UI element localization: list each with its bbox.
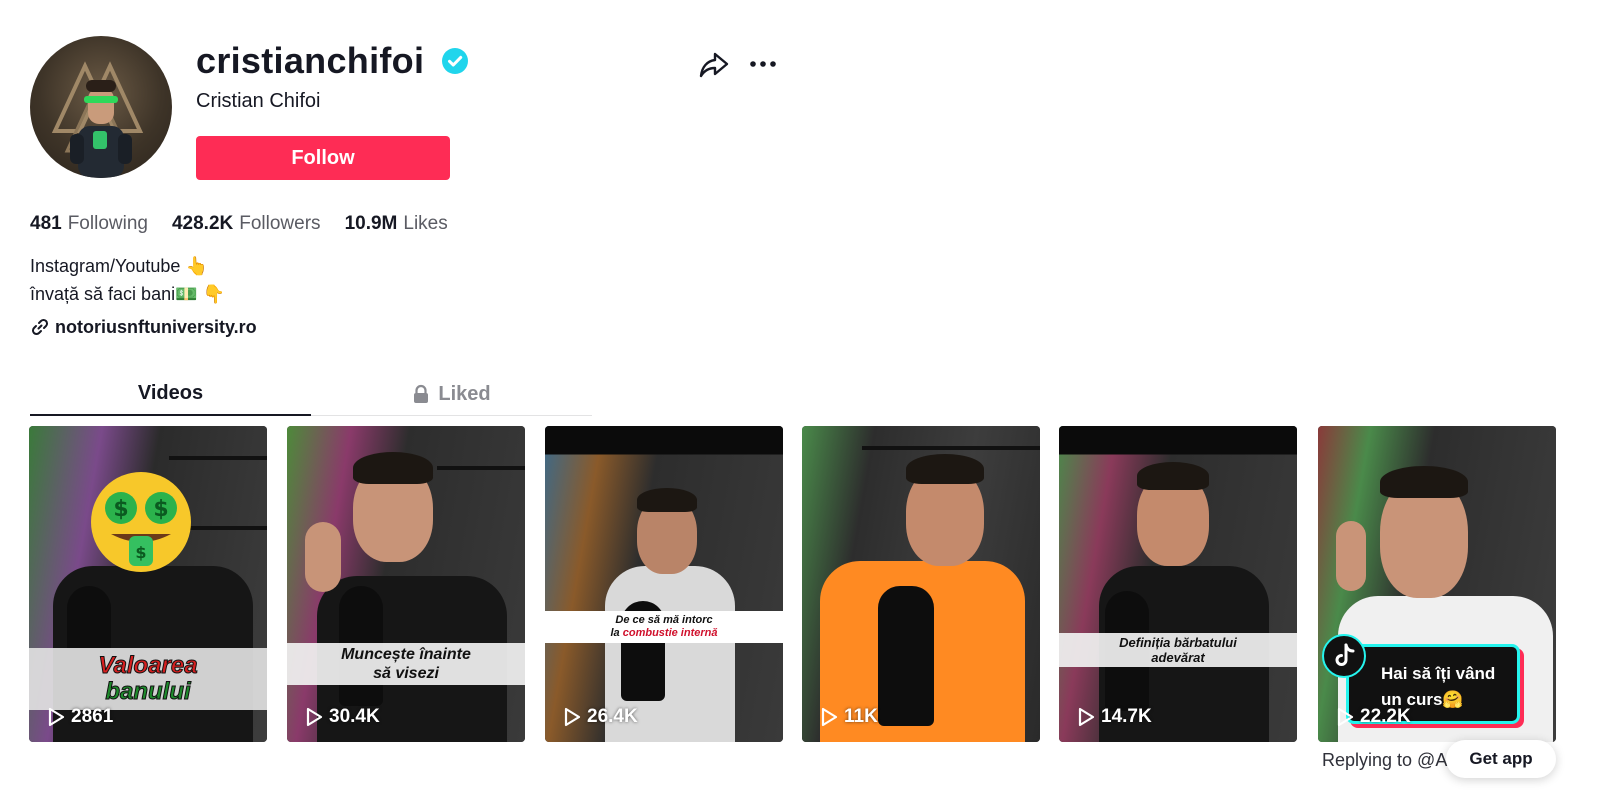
video-view-count: 11K xyxy=(844,706,878,727)
thumbnail-hair xyxy=(1137,462,1209,490)
video-views: 14.7K xyxy=(1077,706,1152,728)
profile-stats: 481 Following 428.2K Followers 10.9M Likes xyxy=(30,212,472,236)
video-view-count: 14.7K xyxy=(1101,706,1152,727)
thumbnail-hair xyxy=(353,452,433,484)
following-count: 481 xyxy=(30,213,62,234)
following-label: Following xyxy=(67,213,148,234)
profile-avatar[interactable] xyxy=(30,36,172,178)
video-caption-line-2: la combustie internă xyxy=(545,627,783,640)
play-icon xyxy=(48,707,65,727)
video-caption-line-2-prefix: la xyxy=(610,627,623,639)
tab-liked[interactable]: Liked xyxy=(311,372,592,416)
bio-link[interactable]: notoriusnftuniversity.ro xyxy=(30,315,257,339)
video-caption: De ce să mă intorc la combustie internă xyxy=(545,611,783,643)
verified-badge-icon xyxy=(442,48,468,74)
following-stat[interactable]: 481 Following xyxy=(30,212,148,236)
video-views: 22.2K xyxy=(1336,706,1411,728)
tab-videos-label: Videos xyxy=(137,381,204,404)
tab-videos[interactable]: Videos xyxy=(30,372,311,416)
video-caption-line-1: Definiția bărbatului xyxy=(1119,635,1237,650)
profile-tabs: Videos Liked xyxy=(30,372,592,416)
thumbnail-hand xyxy=(305,522,341,592)
thumbnail-hair xyxy=(1380,466,1468,498)
video-caption-line-1: Hai să îți vând xyxy=(1381,664,1496,683)
profile-display-name: Cristian Chifoi xyxy=(196,90,321,112)
avatar-image xyxy=(51,61,144,178)
likes-count: 10.9M xyxy=(344,213,398,234)
bio-link-text: notoriusnftuniversity.ro xyxy=(55,317,257,337)
thumbnail-shelf xyxy=(862,446,1040,450)
thumbnail-microphone xyxy=(878,586,934,726)
video-card[interactable]: Definiția bărbatului adevărat 14.7K xyxy=(1059,426,1297,742)
video-view-count: 2861 xyxy=(71,706,114,727)
video-card[interactable]: Hai să îți vând un curs🤗 22.2K xyxy=(1318,426,1556,742)
likes-label: Likes xyxy=(403,213,448,234)
video-view-count: 26.4K xyxy=(587,706,638,727)
bio-line-1: Instagram/Youtube 👆 xyxy=(30,256,208,276)
share-icon[interactable] xyxy=(698,48,730,80)
link-icon xyxy=(31,318,49,336)
svg-text:$: $ xyxy=(113,497,128,522)
profile-username: cristianchifoi xyxy=(196,40,425,81)
video-caption-line-2: banului xyxy=(105,678,191,705)
video-caption-highlight: combustie internă xyxy=(622,627,718,639)
thumbnail-hand xyxy=(1336,521,1366,591)
followers-count: 428.2K xyxy=(171,213,234,234)
video-caption: Valoarea banului xyxy=(29,648,267,710)
play-icon xyxy=(564,707,581,727)
follow-button[interactable]: Follow xyxy=(196,136,450,180)
bio-line-2: învață să faci bani💵 👇 xyxy=(30,284,225,304)
video-view-count: 30.4K xyxy=(329,706,380,727)
video-caption: Definiția bărbatului adevărat xyxy=(1059,633,1297,667)
play-icon xyxy=(1337,707,1354,727)
video-caption: Muncește înainte să visezi xyxy=(287,643,525,685)
svg-text:$: $ xyxy=(135,543,146,562)
get-app-button[interactable]: Get app xyxy=(1446,740,1556,778)
replying-to-label: Replying to @A xyxy=(1322,750,1448,770)
video-views: 2861 xyxy=(47,706,113,728)
tiktok-logo-icon xyxy=(1322,634,1366,678)
thumbnail-hair xyxy=(637,488,697,512)
svg-text:$: $ xyxy=(153,497,168,522)
thumbnail-hair xyxy=(906,454,984,484)
play-icon xyxy=(1078,707,1095,727)
video-caption-line-1: Muncește înainte xyxy=(341,646,471,663)
video-card[interactable]: $ $ $ Valoarea banului 2861 xyxy=(29,426,267,742)
profile-bio: Instagram/Youtube 👆 învață să faci bani💵… xyxy=(30,252,225,308)
video-view-count: 22.2K xyxy=(1360,706,1411,727)
play-icon xyxy=(821,707,838,727)
play-icon xyxy=(306,707,323,727)
video-card[interactable]: Muncește înainte să visezi 30.4K xyxy=(287,426,525,742)
video-card[interactable]: De ce să mă intorc la combustie internă … xyxy=(545,426,783,742)
thumbnail-shelf xyxy=(169,456,267,460)
video-views: 30.4K xyxy=(305,706,380,728)
video-card[interactable]: 11K xyxy=(802,426,1040,742)
video-views: 26.4K xyxy=(563,706,638,728)
video-caption-line-2: adevărat xyxy=(1151,650,1205,665)
video-caption-line-2: să visezi xyxy=(373,665,439,682)
money-face-emoji-icon: $ $ $ xyxy=(91,472,191,572)
thumbnail-shelf xyxy=(437,466,525,470)
video-caption-line-1: De ce să mă intorc xyxy=(615,614,713,626)
video-caption-line-1: Valoarea xyxy=(98,652,198,679)
followers-stat[interactable]: 428.2K Followers xyxy=(172,212,321,236)
followers-label: Followers xyxy=(239,213,321,234)
more-icon[interactable] xyxy=(748,52,778,76)
tab-liked-label: Liked xyxy=(438,382,491,405)
likes-stat: 10.9M Likes xyxy=(345,212,448,236)
video-views: 11K xyxy=(820,706,878,728)
lock-icon xyxy=(414,384,429,403)
